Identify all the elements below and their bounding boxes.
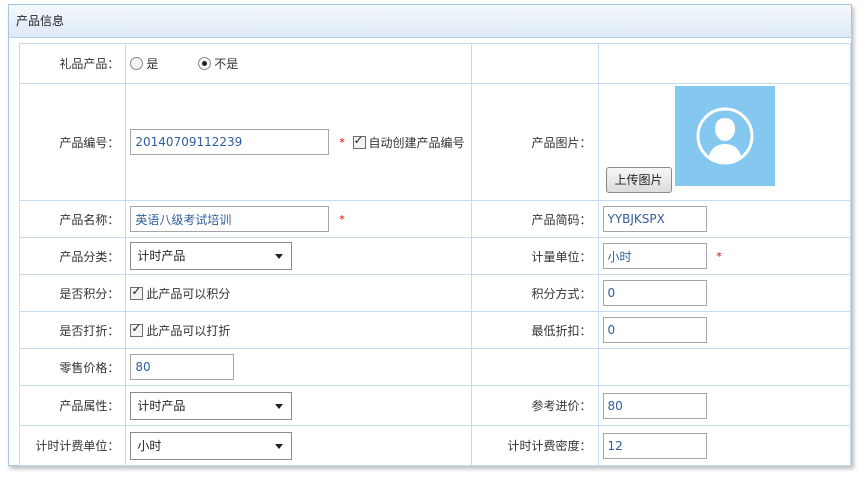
empty-cell <box>471 348 599 386</box>
min-discount-input[interactable] <box>602 317 707 343</box>
billing-density-label: 计时计费密度： <box>471 425 599 466</box>
min-discount-label: 最低折扣： <box>471 311 599 349</box>
ref-price-label: 参考进价： <box>471 385 599 426</box>
product-code-label: 产品编号： <box>18 83 127 201</box>
attribute-select[interactable]: 计时产品 <box>130 391 293 420</box>
points-method-label: 积分方式： <box>471 274 599 312</box>
user-avatar-icon <box>696 107 753 165</box>
gift-options: 是 不是 <box>125 43 473 84</box>
retail-price-label: 零售价格： <box>18 348 127 386</box>
discount-checkbox[interactable]: ✓ 此产品可以打折 <box>130 321 230 338</box>
attribute-label: 产品属性： <box>18 385 127 426</box>
unit-input[interactable] <box>602 243 707 269</box>
checkbox-icon[interactable]: ✓ <box>130 284 144 300</box>
product-image-placeholder <box>674 86 775 186</box>
gift-radio-no[interactable]: 不是 <box>198 56 238 71</box>
ref-price-input[interactable] <box>602 392 707 419</box>
points-label: 是否积分： <box>18 274 127 312</box>
radio-no-icon[interactable] <box>198 57 212 70</box>
required-mark: * <box>339 135 345 149</box>
product-code-input[interactable] <box>130 129 330 155</box>
billing-density-input[interactable] <box>602 432 707 459</box>
empty-cell <box>471 43 599 84</box>
panel-title: 产品信息 <box>9 5 851 38</box>
empty-cell <box>597 43 851 84</box>
short-code-input[interactable] <box>602 206 707 232</box>
product-info-panel: 产品信息 礼品产品： 是 不是 产品编号： * <box>8 4 852 466</box>
product-name-label: 产品名称： <box>18 200 127 238</box>
product-form: 礼品产品： 是 不是 产品编号： * ✓自动创建产品编号 <box>18 43 851 466</box>
billing-unit-select[interactable]: 小时 <box>130 431 293 460</box>
short-code-label: 产品简码： <box>471 200 599 238</box>
auto-create-code-checkbox[interactable]: ✓ 自动创建产品编号 <box>352 133 465 150</box>
empty-cell <box>597 348 851 386</box>
billing-unit-label: 计时计费单位： <box>18 425 127 466</box>
category-label: 产品分类： <box>18 237 127 275</box>
discount-label: 是否打折： <box>18 311 127 349</box>
gift-label: 礼品产品： <box>18 43 127 84</box>
product-name-input[interactable] <box>130 206 330 232</box>
points-method-input[interactable] <box>602 280 707 306</box>
product-image-label: 产品图片： <box>471 83 599 201</box>
chevron-down-icon <box>275 443 284 449</box>
chevron-down-icon <box>275 254 284 259</box>
unit-label: 计量单位： <box>471 237 599 275</box>
checkbox-icon[interactable]: ✓ <box>130 321 144 337</box>
points-checkbox[interactable]: ✓ 此产品可以积分 <box>130 284 230 301</box>
chevron-down-icon <box>275 403 284 409</box>
radio-yes-icon[interactable] <box>130 57 144 70</box>
checkbox-icon[interactable]: ✓ <box>352 133 366 149</box>
retail-price-input[interactable] <box>130 354 235 380</box>
upload-image-button[interactable]: 上传图片 <box>605 167 672 193</box>
required-mark: * <box>716 249 722 263</box>
required-mark: * <box>339 212 345 226</box>
category-select[interactable]: 计时产品 <box>130 242 293 270</box>
gift-radio-yes[interactable]: 是 <box>130 56 162 71</box>
